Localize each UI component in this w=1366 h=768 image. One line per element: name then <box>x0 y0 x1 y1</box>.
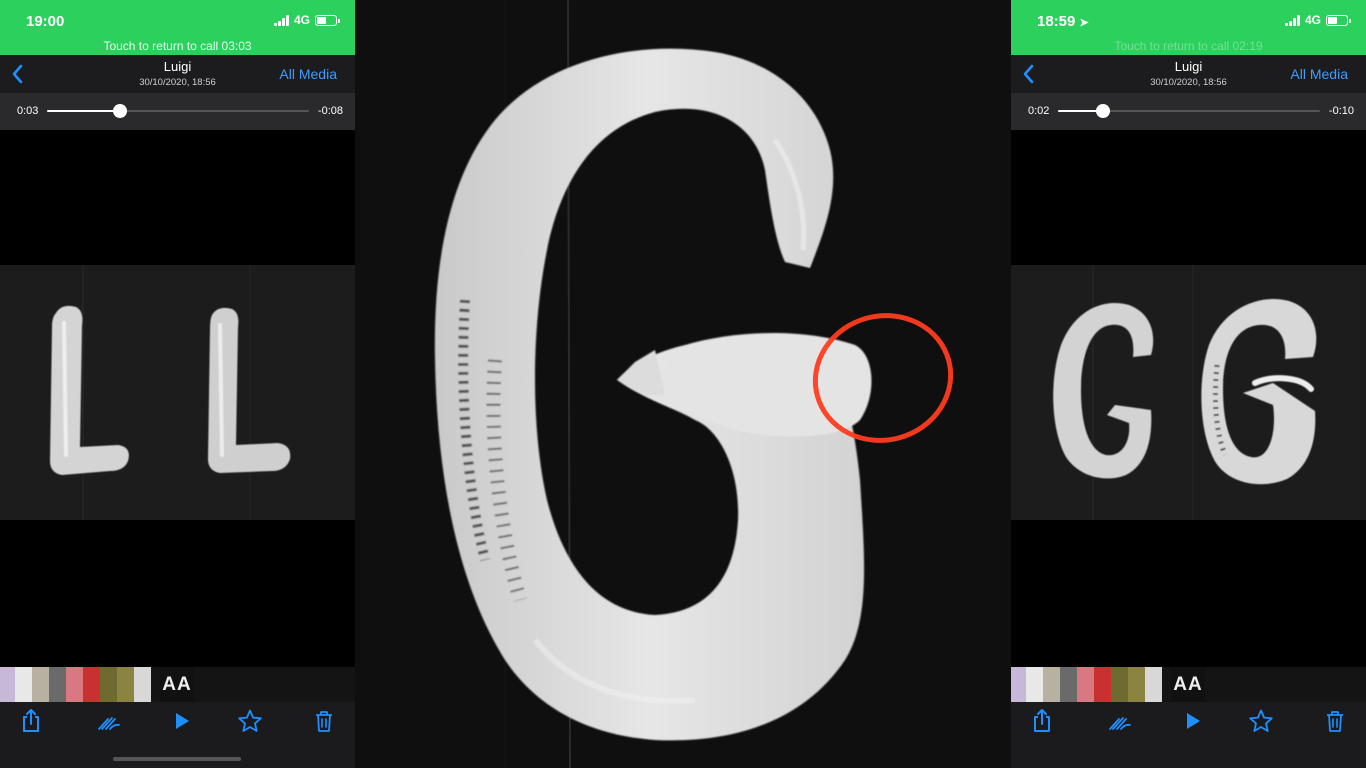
thumbnail[interactable] <box>100 667 117 702</box>
progress-fill <box>47 110 121 112</box>
network-indicators: 4G <box>273 13 340 27</box>
thumbnail[interactable] <box>49 667 66 702</box>
video-scrubber: 0:02 -0:10 <box>1011 93 1366 130</box>
call-status-bar[interactable]: 18:59 ➤ 4G Touch to return to call 02:19 <box>1011 0 1366 55</box>
signal-icon <box>1284 14 1300 26</box>
elapsed-time: 0:02 <box>1028 105 1050 117</box>
thumbnail[interactable] <box>1043 667 1060 702</box>
share-icon[interactable] <box>18 708 44 734</box>
network-indicators: 4G <box>1284 13 1351 27</box>
status-time: 19:00 <box>26 13 65 30</box>
video-frame-letters-g[interactable] <box>1011 265 1366 520</box>
battery-icon <box>1326 14 1351 26</box>
elapsed-time: 0:03 <box>17 105 39 117</box>
thumbnail[interactable] <box>1111 667 1128 702</box>
media-thumbnail-strip: AA <box>0 667 355 702</box>
draw-icon[interactable] <box>96 708 122 734</box>
remaining-time: -0:08 <box>317 105 343 117</box>
scrubber-knob[interactable] <box>1095 104 1110 118</box>
scrubber-knob[interactable] <box>113 104 128 118</box>
thumbnail[interactable] <box>1145 667 1162 702</box>
remaining-time: -0:10 <box>1328 105 1354 117</box>
media-nav-bar: Luigi 30/10/2020, 18:56 All Media <box>0 55 355 93</box>
play-icon[interactable] <box>1180 708 1206 734</box>
location-arrow-icon: ➤ <box>1079 17 1089 29</box>
video-frame-letters-l[interactable] <box>0 265 355 520</box>
left-phone-screenshot: 19:00 4G Touch to return to call 03:03 L… <box>0 0 355 768</box>
star-icon[interactable] <box>237 708 263 734</box>
all-media-link[interactable]: All Media <box>1290 66 1348 82</box>
network-type: 4G <box>293 13 310 27</box>
thumbnail[interactable] <box>1094 667 1111 702</box>
draw-icon[interactable] <box>1107 708 1133 734</box>
signal-icon <box>273 14 289 26</box>
media-nav-bar: Luigi 30/10/2020, 18:56 All Media <box>1011 55 1366 93</box>
thumbnail[interactable] <box>1060 667 1077 702</box>
star-icon[interactable] <box>1248 708 1274 734</box>
call-status-bar[interactable]: 19:00 4G Touch to return to call 03:03 <box>0 0 355 55</box>
thumbnail[interactable] <box>83 667 100 702</box>
media-thumbnail-strip: AA <box>1011 667 1366 702</box>
share-icon[interactable] <box>1029 708 1055 734</box>
thumbnail[interactable] <box>1011 667 1026 702</box>
status-time: 18:59 ➤ <box>1037 13 1089 30</box>
thumbnail[interactable] <box>117 667 134 702</box>
battery-icon <box>315 14 340 26</box>
all-media-link[interactable]: All Media <box>279 66 337 82</box>
thumbnail[interactable] <box>32 667 49 702</box>
thumbnail[interactable] <box>15 667 32 702</box>
video-scrubber: 0:03 -0:08 <box>0 93 355 130</box>
thumbnail[interactable] <box>1077 667 1094 702</box>
center-letter-g-closeup <box>355 0 1011 768</box>
media-toolbar <box>1011 702 1366 768</box>
thumbnail[interactable] <box>0 667 15 702</box>
progress-track[interactable] <box>1058 104 1320 118</box>
home-indicator[interactable] <box>113 757 241 761</box>
thumbnail[interactable] <box>1128 667 1145 702</box>
thumbnail[interactable] <box>1026 667 1043 702</box>
progress-track[interactable] <box>47 104 309 118</box>
return-to-call-banner[interactable]: Touch to return to call 02:19 <box>1011 39 1366 53</box>
thumbnail-current[interactable]: AA <box>1171 667 1205 702</box>
trash-icon[interactable] <box>1322 708 1348 734</box>
right-phone-screenshot: 18:59 ➤ 4G Touch to return to call 02:19… <box>1011 0 1366 768</box>
return-to-call-banner[interactable]: Touch to return to call 03:03 <box>0 39 355 53</box>
thumbnail[interactable] <box>66 667 83 702</box>
network-type: 4G <box>1304 13 1321 27</box>
play-icon[interactable] <box>169 708 195 734</box>
thumbnail[interactable] <box>134 667 151 702</box>
thumbnail-current[interactable]: AA <box>160 667 194 702</box>
trash-icon[interactable] <box>311 708 337 734</box>
